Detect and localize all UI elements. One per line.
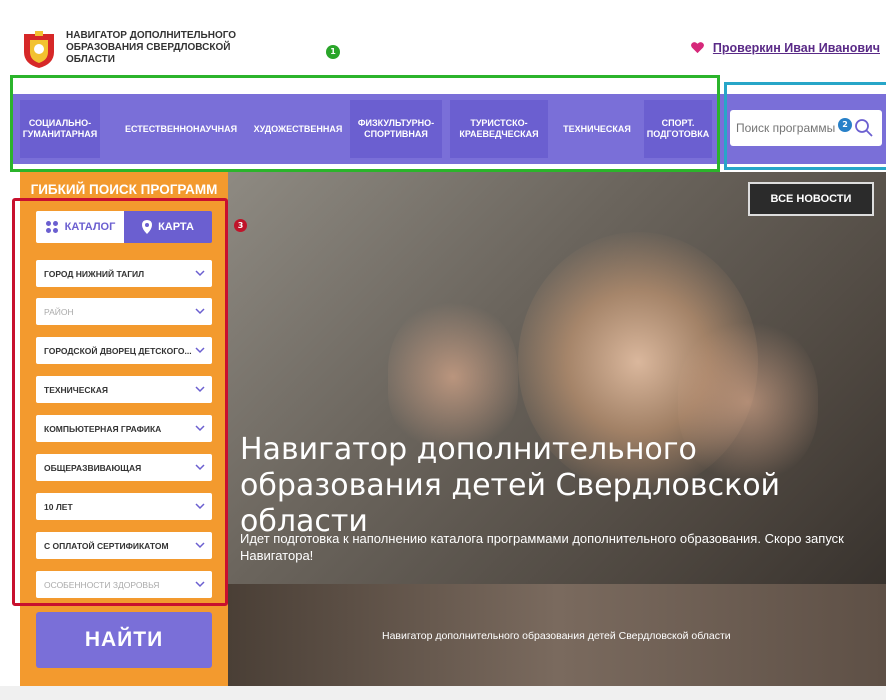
tab-catalog[interactable]: КАТАЛОГ <box>36 211 124 243</box>
nav-item-art[interactable]: ХУДОЖЕСТВЕННАЯ <box>250 100 346 158</box>
annotation-marker-3: 3 <box>234 219 247 232</box>
nav-item-tourism[interactable]: ТУРИСТСКО-КРАЕВЕДЧЕСКАЯ <box>450 100 548 158</box>
coat-of-arms-logo-icon[interactable] <box>20 30 58 70</box>
heart-icon <box>690 42 704 54</box>
chevron-down-icon <box>195 464 205 471</box>
chevron-down-icon <box>195 581 205 588</box>
hero-caption: Навигатор дополнительного образования де… <box>382 630 731 642</box>
tab-catalog-label: КАТАЛОГ <box>64 221 116 233</box>
header: НАВИГАТОР ДОПОЛНИТЕЛЬНОГО ОБРАЗОВАНИЯ СВ… <box>0 0 886 82</box>
view-tabs: КАТАЛОГ КАРТА <box>36 211 212 243</box>
filter-district-value: РАЙОН <box>44 306 74 317</box>
logo-text[interactable]: НАВИГАТОР ДОПОЛНИТЕЛЬНОГО ОБРАЗОВАНИЯ СВ… <box>66 30 266 66</box>
annotation-marker-2: 2 <box>838 118 852 132</box>
filter-organization-value: ГОРОДСКОЙ ДВОРЕЦ ДЕТСКОГО... <box>44 345 192 356</box>
search-box[interactable] <box>730 110 882 146</box>
filter-payment[interactable]: С ОПЛАТОЙ СЕРТИФИКАТОМ <box>36 532 212 559</box>
grid-icon <box>45 221 58 233</box>
chevron-down-icon <box>195 347 205 354</box>
search-input[interactable] <box>736 121 846 135</box>
filter-district[interactable]: РАЙОН <box>36 298 212 325</box>
nav-item-technical[interactable]: ТЕХНИЧЕСКАЯ <box>556 100 638 158</box>
filter-program-type-value: ОБЩЕРАЗВИВАЮЩАЯ <box>44 462 142 473</box>
tab-map[interactable]: КАРТА <box>124 211 212 243</box>
page-bottom-strip <box>0 686 886 700</box>
tab-map-label: КАРТА <box>158 221 194 233</box>
annotation-marker-1: 1 <box>326 45 340 59</box>
chevron-down-icon <box>195 425 205 432</box>
find-button[interactable]: НАЙТИ <box>36 612 212 668</box>
nav-item-science[interactable]: ЕСТЕСТВЕННОНАУЧНАЯ <box>116 100 246 158</box>
filter-age-value: 10 ЛЕТ <box>44 501 73 512</box>
filter-city-value: ГОРОД НИЖНИЙ ТАГИЛ <box>44 268 145 279</box>
filter-city[interactable]: ГОРОД НИЖНИЙ ТАГИЛ <box>36 260 212 287</box>
nav-item-social[interactable]: СОЦИАЛЬНО-ГУМАНИТАРНАЯ <box>20 100 100 158</box>
hero-title: Навигатор дополнительного образования де… <box>240 432 781 539</box>
chevron-down-icon <box>195 542 205 549</box>
page: НАВИГАТОР ДОПОЛНИТЕЛЬНОГО ОБРАЗОВАНИЯ СВ… <box>0 0 886 700</box>
filter-direction[interactable]: ТЕХНИЧЕСКАЯ <box>36 376 212 403</box>
chevron-down-icon <box>195 503 205 510</box>
filter-payment-value: С ОПЛАТОЙ СЕРТИФИКАТОМ <box>44 540 169 551</box>
chevron-down-icon <box>195 308 205 315</box>
filter-profile[interactable]: КОМПЬЮТЕРНАЯ ГРАФИКА <box>36 415 212 442</box>
all-news-button[interactable]: ВСЕ НОВОСТИ <box>748 182 874 216</box>
hero-subtitle: Идет подготовка к наполнению каталога пр… <box>240 531 844 563</box>
filter-program-type[interactable]: ОБЩЕРАЗВИВАЮЩАЯ <box>36 454 212 481</box>
filter-health-value: ОСОБЕННОСТИ ЗДОРОВЬЯ <box>44 579 160 590</box>
map-pin-icon <box>142 220 153 234</box>
filter-organization[interactable]: ГОРОДСКОЙ ДВОРЕЦ ДЕТСКОГО... <box>36 337 212 364</box>
sidebar-title: ГИБКИЙ ПОИСК ПРОГРАММ <box>30 182 218 197</box>
filter-profile-value: КОМПЬЮТЕРНАЯ ГРАФИКА <box>44 423 162 434</box>
filter-health[interactable]: ОСОБЕННОСТИ ЗДОРОВЬЯ <box>36 571 212 598</box>
hero-photo-hand-left <box>388 302 518 452</box>
nav-item-sport-training[interactable]: СПОРТ. ПОДГОТОВКА <box>644 100 712 158</box>
user-name-link[interactable]: Проверкин Иван Иванович <box>713 41 880 55</box>
filter-direction-value: ТЕХНИЧЕСКАЯ <box>44 384 108 395</box>
search-icon[interactable] <box>854 118 874 138</box>
nav-item-sport[interactable]: ФИЗКУЛЬТУРНО-СПОРТИВНАЯ <box>350 100 442 158</box>
chevron-down-icon <box>195 386 205 393</box>
filter-age[interactable]: 10 ЛЕТ <box>36 493 212 520</box>
chevron-down-icon <box>195 270 205 277</box>
user-profile[interactable]: Проверкин Иван Иванович <box>690 40 880 55</box>
